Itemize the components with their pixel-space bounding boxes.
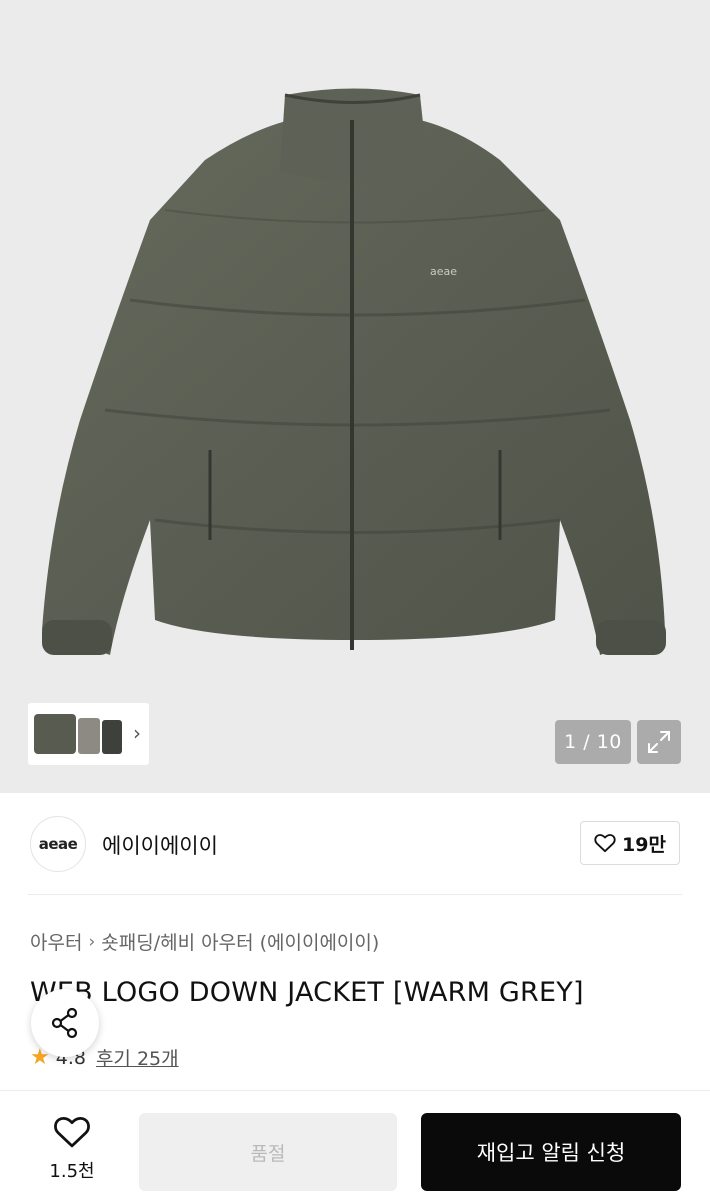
restock-notify-button[interactable]: 재입고 알림 신청 [421,1113,681,1191]
breadcrumb-item-category[interactable]: 아우터 [30,928,82,955]
review-link[interactable]: 후기 25개 [96,1044,179,1071]
brand-logo-text: aeae [38,835,78,853]
product-image-jacket: aeae [42,88,666,655]
wishlist-count: 1.5천 [49,1161,95,1182]
share-button[interactable] [31,989,99,1057]
chevron-right-icon: › [88,931,96,952]
expand-icon [648,731,670,753]
brand-logo[interactable]: aeae [30,816,86,872]
brand-like-button[interactable]: 19만 [580,821,680,865]
bottom-action-bar: 1.5천 품절 재입고 알림 신청 [0,1090,710,1200]
jacket-chest-logo: aeae [430,265,457,278]
breadcrumb: 아우터 › 숏패딩/헤비 아우터 (에이이에이이) [30,928,379,955]
heart-icon [54,1116,90,1148]
soldout-button: 품절 [139,1113,397,1191]
product-image-gallery[interactable]: aeae › 1 / 10 [0,0,710,793]
chevron-right-icon: › [133,721,141,745]
breadcrumb-item-subcategory[interactable]: 숏패딩/헤비 아우터 (에이이에이이) [101,928,379,955]
image-page-counter: 1 / 10 [555,720,631,764]
thumbnail-image [34,714,122,754]
thumbnail-strip[interactable]: › [28,703,149,765]
share-icon [51,1007,78,1039]
heart-icon [594,834,616,853]
expand-button[interactable] [637,720,681,764]
product-title: WEB LOGO DOWN JACKET [WARM GREY] [30,977,584,1008]
brand-row: aeae 에이이에이이 19만 [28,793,682,895]
brand-name[interactable]: 에이이에이이 [102,830,218,860]
wishlist-button[interactable]: 1.5천 [34,1115,110,1183]
brand-like-count: 19만 [622,833,666,856]
